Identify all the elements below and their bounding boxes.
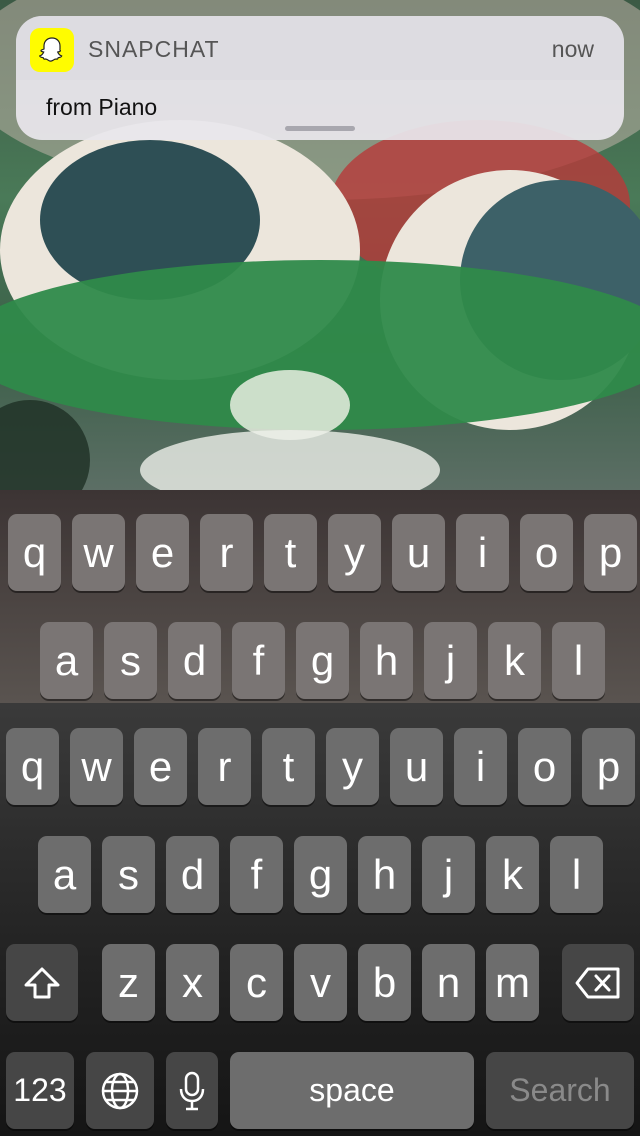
key-p[interactable]: p <box>582 728 635 805</box>
ghost-key-q: q <box>8 514 61 591</box>
key-i[interactable]: i <box>454 728 507 805</box>
space-key[interactable]: space <box>230 1052 474 1129</box>
ghost-key-u: u <box>392 514 445 591</box>
notification-grabber[interactable] <box>285 126 355 131</box>
ghost-key-k: k <box>488 622 541 699</box>
key-c[interactable]: c <box>230 944 283 1021</box>
ghost-key-h: h <box>360 622 413 699</box>
delete-icon <box>575 967 620 998</box>
notification-time: now <box>551 36 594 62</box>
ghost-key-l: l <box>552 622 605 699</box>
notification-body: from Piano <box>46 94 158 120</box>
shift-icon <box>24 967 60 998</box>
numbers-key[interactable]: 123 <box>6 1052 74 1129</box>
key-d[interactable]: d <box>166 836 219 913</box>
key-a[interactable]: a <box>38 836 91 913</box>
key-e[interactable]: e <box>134 728 187 805</box>
key-j[interactable]: j <box>422 836 475 913</box>
key-n[interactable]: n <box>422 944 475 1021</box>
key-y[interactable]: y <box>326 728 379 805</box>
key-x[interactable]: x <box>166 944 219 1021</box>
key-b[interactable]: b <box>358 944 411 1021</box>
shift-key[interactable] <box>6 944 78 1021</box>
key-l[interactable]: l <box>550 836 603 913</box>
key-q[interactable]: q <box>6 728 59 805</box>
ghost-key-s: s <box>104 622 157 699</box>
notification-banner[interactable]: SNAPCHAT now from Piano <box>16 16 624 140</box>
ghost-key-f: f <box>232 622 285 699</box>
key-f[interactable]: f <box>230 836 283 913</box>
ghost-key-e: e <box>136 514 189 591</box>
key-t[interactable]: t <box>262 728 315 805</box>
ghost-key-r: r <box>200 514 253 591</box>
key-z[interactable]: z <box>102 944 155 1021</box>
key-r[interactable]: r <box>198 728 251 805</box>
ghost-key-y: y <box>328 514 381 591</box>
ghost-key-i: i <box>456 514 509 591</box>
ghost-key-g: g <box>296 622 349 699</box>
notification-app-name: SNAPCHAT <box>88 36 220 62</box>
keyboard: q w e r t y u i o p a s d f g h j k l z … <box>0 703 640 1136</box>
key-u[interactable]: u <box>390 728 443 805</box>
key-k[interactable]: k <box>486 836 539 913</box>
ghost-key-p: p <box>584 514 637 591</box>
delete-key[interactable] <box>562 944 634 1021</box>
ghost-key-d: d <box>168 622 221 699</box>
key-v[interactable]: v <box>294 944 347 1021</box>
ghost-key-o: o <box>520 514 573 591</box>
key-h[interactable]: h <box>358 836 411 913</box>
ghost-keyboard: q w e r t y u i o p a s d f g h j k l <box>0 490 640 705</box>
key-o[interactable]: o <box>518 728 571 805</box>
snapchat-ghost-icon <box>30 28 74 72</box>
globe-icon <box>101 1072 139 1109</box>
key-g[interactable]: g <box>294 836 347 913</box>
ghost-key-t: t <box>264 514 317 591</box>
dictation-key[interactable] <box>166 1052 218 1129</box>
microphone-icon <box>179 1071 205 1110</box>
search-key[interactable]: Search <box>486 1052 634 1129</box>
key-m[interactable]: m <box>486 944 539 1021</box>
key-s[interactable]: s <box>102 836 155 913</box>
globe-key[interactable] <box>86 1052 154 1129</box>
ghost-key-j: j <box>424 622 477 699</box>
ghost-key-w: w <box>72 514 125 591</box>
key-w[interactable]: w <box>70 728 123 805</box>
ghost-key-a: a <box>40 622 93 699</box>
